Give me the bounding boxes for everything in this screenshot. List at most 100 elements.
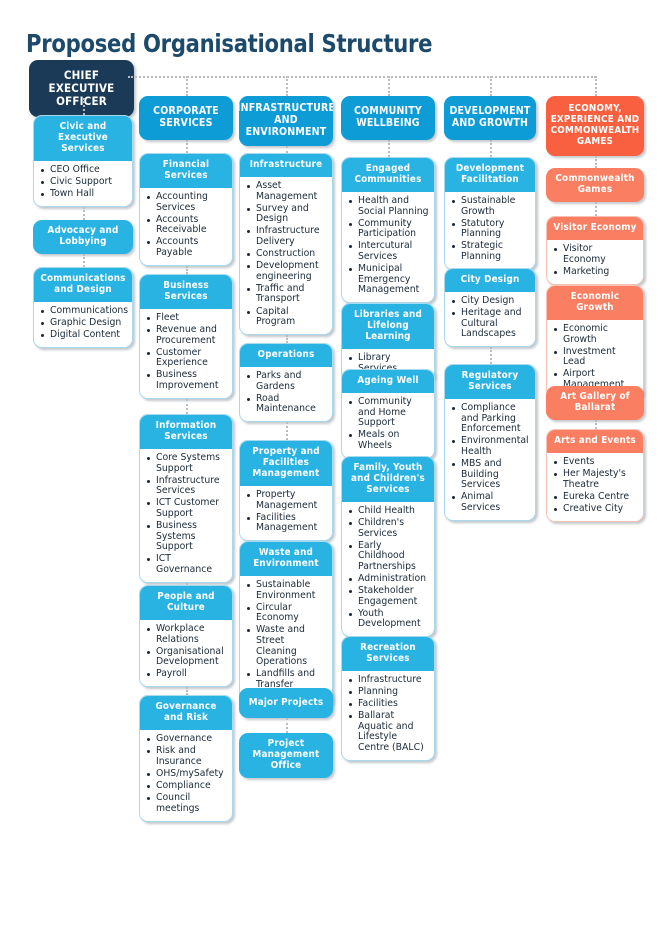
branch-item: Facilities <box>348 699 429 710</box>
branch-item-list: Workplace Relations Organisational Develo… <box>146 623 227 680</box>
division-node-economy-experience-commonwealth-games[interactable]: ECONOMY, EXPERIENCE AND COMMONWEALTH GAM… <box>546 96 644 156</box>
branch-item: Administration <box>348 573 429 585</box>
branch-label: City Design <box>445 269 535 292</box>
branch-item: Road Maintenance <box>246 393 327 415</box>
connector-drop-ceo <box>83 98 85 115</box>
page-title: Proposed Organisational Structure <box>26 28 433 58</box>
branch-node[interactable]: Infrastructure Asset Management Survey and… <box>239 153 333 336</box>
division-label: INFRASTRUCTURE AND ENVIRONMENT <box>239 96 333 146</box>
branch-node[interactable]: Communications and Design Communications G… <box>33 267 133 349</box>
branch-item: Economic Growth <box>553 323 638 345</box>
branch-label: Ageing Well <box>342 370 434 393</box>
branch-item: Construction <box>246 248 327 260</box>
branch-item-list: Infrastructure Planning Facilities Ballarat… <box>348 674 429 754</box>
branch-label: Project Management Office <box>239 733 333 778</box>
branch-label: Visitor Economy <box>547 217 643 240</box>
branch-label: Financial Services <box>140 154 232 188</box>
branch-item-list: Core Systems Support Infrastructure Servi… <box>146 452 227 576</box>
branch-item: Asset Management <box>246 180 327 202</box>
branch-node[interactable]: Family, Youth and Children's Services Chi… <box>341 456 435 638</box>
branch-item: Town Hall <box>40 188 127 200</box>
division-node-community-wellbeing[interactable]: COMMUNITY WELLBEING <box>341 96 435 140</box>
branch-item: Communications <box>40 305 128 317</box>
branch-node[interactable]: Engaged Communities Health and Social Pla… <box>341 157 435 304</box>
branch-item: Traffic and Transport <box>246 283 327 305</box>
branch-item: ICT Customer Support <box>146 497 227 519</box>
connector-drop-branch <box>186 140 188 153</box>
branch-item: Compliance and Parking Enforcement <box>451 402 530 435</box>
branch-node[interactable]: Ageing Well Community and Home Support Mea… <box>341 369 435 459</box>
branch-item: Infrastructure <box>348 674 429 686</box>
branch-label: Recreation Services <box>342 637 434 671</box>
branch-label: Civic and Executive Services <box>34 116 132 161</box>
branch-node[interactable]: Visitor Economy Visitor Economy Marketing <box>546 216 644 285</box>
division-label: CORPORATE SERVICES <box>139 96 233 140</box>
branch-label: Property and Facilities Management <box>240 441 332 486</box>
branch-item: Planning <box>348 686 429 698</box>
branch-item: Infrastructure Services <box>146 475 227 497</box>
branch-node[interactable]: People and Culture Workplace Relations Org… <box>139 585 233 688</box>
branch-node[interactable]: Operations Parks and Gardens Road Maintena… <box>239 343 333 423</box>
branch-item: Survey and Design <box>246 203 327 225</box>
branch-item: MBS and Building Services <box>451 458 530 491</box>
branch-label: Regulatory Services <box>445 365 535 399</box>
branch-item: Property Management <box>246 489 327 511</box>
branch-node[interactable]: Civic and Executive Services CEO Office Ci… <box>33 115 133 208</box>
branch-node[interactable]: Property and Facilities Management Proper… <box>239 440 333 542</box>
branch-label: Family, Youth and Children's Services <box>342 457 434 502</box>
branch-item: Investment Lead <box>553 346 638 368</box>
branch-node[interactable]: Advocacy and Lobbying <box>33 220 133 254</box>
branch-body: Child Health Children's Services Early Chi… <box>342 501 434 637</box>
branch-node[interactable]: City Design City Design Heritage and Cultu… <box>444 268 536 348</box>
branch-label: Development Facilitation <box>445 158 535 192</box>
branch-item-list: Accounting Services Accounts Receivable Ac… <box>146 191 227 259</box>
connector-drop-branch <box>595 420 597 429</box>
branch-label: People and Culture <box>140 586 232 620</box>
connector-drop-branch <box>490 140 492 157</box>
branch-item: Children's Services <box>348 517 429 539</box>
branch-item: Capital Program <box>246 306 327 328</box>
branch-item-list: Sustainable Growth Statutory Planning Stra… <box>451 195 530 263</box>
branch-node[interactable]: Recreation Services Infrastructure Plannin… <box>341 636 435 762</box>
branch-item: Municipal Emergency Management <box>348 263 429 296</box>
division-node-infrastructure-and-environment[interactable]: INFRASTRUCTURE AND ENVIRONMENT <box>239 96 333 146</box>
branch-body: Property Management Facilities Management <box>240 485 332 541</box>
branch-body: Governance Risk and Insurance OHS/mySafety… <box>140 729 232 821</box>
branch-item: Meals on Wheels <box>348 429 429 451</box>
branch-node[interactable]: Regulatory Services Compliance and Parkin… <box>444 364 536 521</box>
branch-item-list: Fleet Revenue and Procurement Customer Exp… <box>146 312 227 392</box>
branch-body: CEO Office Civic Support Town Hall <box>34 160 132 207</box>
branch-node[interactable]: Development Facilitation Sustainable Grow… <box>444 157 536 271</box>
branch-node[interactable]: Financial Services Accounting Services Acc… <box>139 153 233 266</box>
branch-node[interactable]: Business Services Fleet Revenue and Procur… <box>139 274 233 400</box>
ceo-node[interactable]: CHIEF EXECUTIVE OFFICER <box>29 60 134 117</box>
branch-item: OHS/mySafety <box>146 768 227 780</box>
branch-node[interactable]: Waste and Environment Sustainable Environ… <box>239 541 333 709</box>
branch-node[interactable]: Major Projects <box>239 688 333 718</box>
branch-label: Economic Growth <box>547 286 643 320</box>
division-node-corporate-services[interactable]: CORPORATE SERVICES <box>139 96 233 140</box>
branch-node[interactable]: Information Services Core Systems Support… <box>139 414 233 583</box>
connector-drop-branch <box>595 202 597 216</box>
branch-label: Commonwealth Games <box>546 168 644 202</box>
connector-drop-branch <box>186 583 188 585</box>
branch-item: Parks and Gardens <box>246 370 327 392</box>
branch-item: ICT Governance <box>146 553 227 575</box>
branch-node[interactable]: Commonwealth Games <box>546 168 644 202</box>
branch-node[interactable]: Governance and Risk Governance Risk and In… <box>139 695 233 822</box>
branch-item: Business Systems Support <box>146 520 227 553</box>
branch-node[interactable]: Economic Growth Economic Growth Investment… <box>546 285 644 398</box>
branch-node[interactable]: Art Gallery of Ballarat <box>546 386 644 420</box>
branch-item: Her Majesty's Theatre <box>553 468 638 490</box>
branch-node[interactable]: Arts and Events Events Her Majesty's Theat… <box>546 429 644 522</box>
branch-item: Civic Support <box>40 176 127 188</box>
branch-item: Visitor Economy <box>553 243 638 265</box>
connector-drop-branch <box>286 422 288 440</box>
branch-item: Animal Services <box>451 491 530 513</box>
ceo-label: CHIEF EXECUTIVE OFFICER <box>29 60 134 117</box>
division-node-development-and-growth[interactable]: DEVELOPMENT AND GROWTH <box>444 96 536 140</box>
connector-drop-division <box>490 76 492 96</box>
branch-item-list: CEO Office Civic Support Town Hall <box>40 164 127 200</box>
branch-node[interactable]: Project Management Office <box>239 733 333 778</box>
connector-drop-branch <box>388 140 390 157</box>
